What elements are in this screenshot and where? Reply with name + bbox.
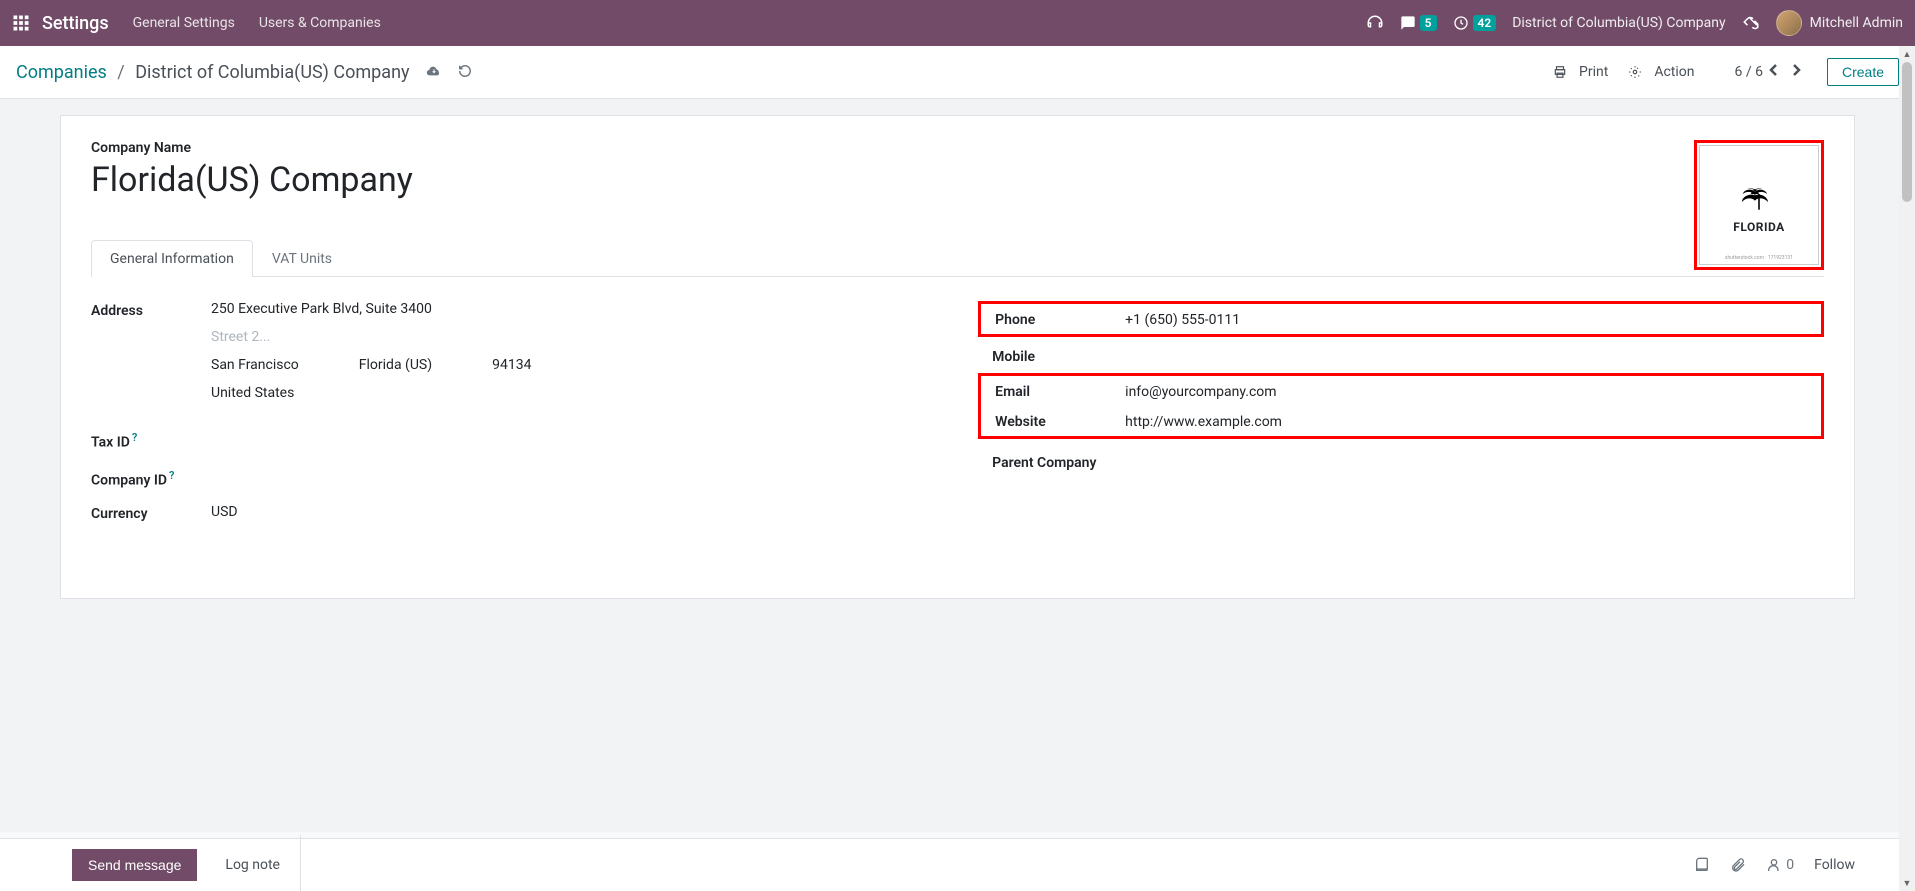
phone-highlight: Phone +1 (650) 555-0111 [978, 301, 1824, 337]
company-id-help-icon[interactable]: ? [169, 469, 174, 482]
user-menu[interactable]: Mitchell Admin [1776, 10, 1903, 36]
send-message-button[interactable]: Send message [72, 849, 197, 881]
company-switcher-label: District of Columbia(US) Company [1512, 15, 1725, 31]
scrollbar[interactable]: ▲ ▼ [1899, 46, 1915, 891]
company-name-label: Company Name [91, 140, 1824, 156]
parent-company-label: Parent Company [992, 455, 1142, 471]
book-icon[interactable] [1694, 857, 1710, 873]
cloud-icon[interactable] [426, 62, 442, 82]
scroll-down-icon[interactable]: ▼ [1899, 875, 1915, 891]
email-input[interactable]: info@yourcompany.com [1125, 384, 1276, 400]
breadcrumb-current: District of Columbia(US) Company [135, 62, 409, 83]
create-button[interactable]: Create [1827, 58, 1899, 86]
phone-input[interactable]: +1 (650) 555-0111 [1125, 312, 1240, 328]
email-website-highlight: Email info@yourcompany.com Website http:… [978, 373, 1824, 439]
activities-icon[interactable]: 42 [1453, 15, 1497, 31]
pager: 6 / 6 [1735, 63, 1807, 81]
left-column: Address 250 Executive Park Blvd, Suite 3… [91, 301, 992, 538]
nav-users-companies[interactable]: Users & Companies [259, 15, 381, 31]
print-button[interactable]: Print [1553, 64, 1608, 80]
right-column: Phone +1 (650) 555-0111 Mobile Email inf… [992, 301, 1824, 538]
brand[interactable]: Settings [42, 13, 109, 34]
followers-icon[interactable]: 0 [1766, 857, 1794, 873]
logo-footer: shutterstock.com · 171923131 [1725, 255, 1793, 261]
company-logo[interactable]: FLORIDA shutterstock.com · 171923131 [1699, 145, 1819, 265]
scrollbar-thumb[interactable] [1902, 62, 1912, 202]
breadcrumb-root[interactable]: Companies [16, 62, 107, 83]
action-button[interactable]: Action [1628, 64, 1694, 80]
tax-id-label: Tax ID? [91, 429, 211, 451]
currency-input[interactable]: USD [211, 504, 992, 520]
avatar [1776, 10, 1802, 36]
mobile-label: Mobile [992, 349, 1122, 365]
debug-icon[interactable] [1742, 14, 1760, 32]
apps-icon[interactable] [12, 14, 30, 32]
country-input[interactable]: United States [211, 385, 992, 401]
street2-input[interactable]: Street 2... [211, 329, 992, 345]
bottombar-divider [300, 835, 301, 891]
topbar: Settings General Settings Users & Compan… [0, 0, 1915, 46]
form-sheet: FLORIDA shutterstock.com · 171923131 Com… [60, 115, 1855, 599]
company-name-input[interactable]: Florida(US) Company [91, 160, 1824, 200]
attachment-icon[interactable] [1730, 857, 1746, 873]
address-label: Address [91, 301, 211, 319]
tabs: General Information VAT Units [91, 240, 1824, 277]
pager-next[interactable] [1785, 63, 1807, 81]
voip-icon[interactable] [1366, 14, 1384, 32]
followers-count: 0 [1786, 857, 1794, 873]
currency-label: Currency [91, 504, 211, 522]
controlbar: Companies / District of Columbia(US) Com… [0, 46, 1915, 99]
bottombar: Send message Log note 0 Follow [0, 838, 1915, 891]
logo-text: FLORIDA [1733, 220, 1784, 234]
email-label: Email [995, 384, 1125, 400]
messages-icon[interactable]: 5 [1400, 15, 1437, 31]
content-area: FLORIDA shutterstock.com · 171923131 Com… [0, 99, 1915, 832]
city-input[interactable]: San Francisco [211, 357, 299, 373]
company-logo-highlight: FLORIDA shutterstock.com · 171923131 [1694, 140, 1824, 270]
tax-id-help-icon[interactable]: ? [132, 431, 137, 444]
log-note-button[interactable]: Log note [225, 857, 280, 873]
state-input[interactable]: Florida (US) [359, 357, 432, 373]
palm-icon [1742, 177, 1776, 216]
nav-general-settings[interactable]: General Settings [133, 15, 235, 31]
messages-badge: 5 [1420, 15, 1437, 31]
zip-input[interactable]: 94134 [492, 357, 531, 373]
website-label: Website [995, 414, 1125, 430]
tab-vat-units[interactable]: VAT Units [253, 240, 351, 277]
activities-badge: 42 [1473, 15, 1497, 31]
pager-prev[interactable] [1763, 63, 1785, 81]
tab-general-information[interactable]: General Information [91, 240, 253, 277]
user-name: Mitchell Admin [1810, 15, 1903, 31]
print-label: Print [1579, 64, 1608, 80]
company-id-label: Company ID? [91, 467, 211, 489]
follow-button[interactable]: Follow [1814, 857, 1855, 873]
phone-label: Phone [995, 312, 1125, 328]
breadcrumb: Companies / District of Columbia(US) Com… [16, 62, 472, 83]
pager-text[interactable]: 6 / 6 [1735, 64, 1763, 80]
action-label: Action [1654, 64, 1694, 80]
discard-icon[interactable] [458, 64, 472, 82]
website-input[interactable]: http://www.example.com [1125, 414, 1282, 430]
tab-body: Address 250 Executive Park Blvd, Suite 3… [91, 277, 1824, 538]
company-switcher[interactable]: District of Columbia(US) Company [1512, 15, 1725, 31]
scroll-up-icon[interactable]: ▲ [1899, 46, 1915, 62]
street-input[interactable]: 250 Executive Park Blvd, Suite 3400 [211, 301, 992, 317]
breadcrumb-sep: / [117, 62, 124, 83]
